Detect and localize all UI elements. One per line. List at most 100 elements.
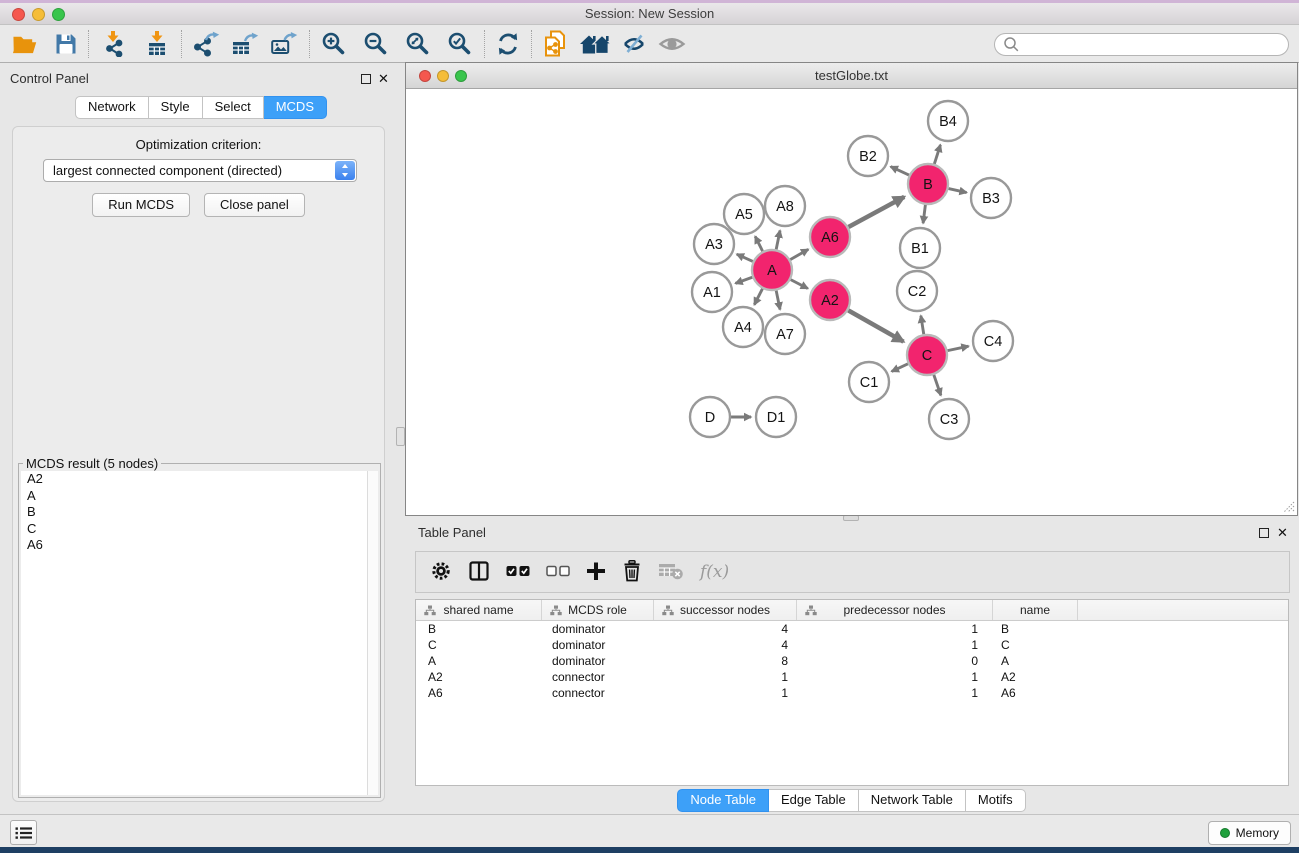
graph-edge-A-A7[interactable] — [776, 291, 780, 310]
open-session-icon[interactable] — [12, 30, 37, 58]
import-network-icon[interactable] — [100, 30, 126, 58]
zoom-selected-icon[interactable] — [447, 30, 473, 58]
graph-node-C2[interactable] — [897, 271, 937, 311]
show-hide-details-icon[interactable] — [658, 30, 686, 58]
graph-edge-A-A6[interactable] — [790, 249, 808, 259]
mcds-result-item[interactable]: B — [21, 504, 378, 521]
zoom-traffic-light[interactable] — [52, 8, 65, 21]
criterion-dropdown[interactable]: largest connected component (directed) — [43, 159, 357, 182]
tab-network[interactable]: Network — [75, 96, 149, 119]
graph-node-B2[interactable] — [848, 136, 888, 176]
export-image-icon[interactable] — [271, 30, 298, 58]
import-table-icon[interactable] — [144, 30, 170, 58]
column-header-shared-name[interactable]: shared name — [416, 600, 542, 620]
tab-select[interactable]: Select — [203, 96, 264, 119]
network-zoom-traffic-light[interactable] — [455, 70, 467, 82]
graph-node-A4[interactable] — [723, 307, 763, 347]
graph-node-A5[interactable] — [724, 194, 764, 234]
table-row[interactable]: B dominator 4 1 B — [416, 621, 1288, 637]
graph-edge-C-C1[interactable] — [892, 364, 908, 372]
graph-edge-C-C2[interactable] — [921, 316, 924, 335]
mcds-result-item[interactable]: A — [21, 488, 378, 505]
mcds-result-item[interactable]: A6 — [21, 537, 378, 554]
graph-node-B3[interactable] — [971, 178, 1011, 218]
network-canvas[interactable]: AA1A2A3A4A5A6A7A8BB1B2B3B4CC1C2C3C4DD1 — [406, 89, 1297, 515]
graphics-details-icon[interactable] — [622, 30, 648, 58]
graph-edge-C-C4[interactable] — [948, 346, 969, 350]
network-close-traffic-light[interactable] — [419, 70, 431, 82]
home-networks-icon[interactable] — [580, 30, 612, 58]
clone-network-icon[interactable] — [543, 30, 568, 58]
table-panel-float-icon[interactable] — [1259, 528, 1269, 538]
export-network-icon[interactable] — [193, 30, 220, 58]
graph-node-C[interactable] — [907, 335, 947, 375]
graph-node-A3[interactable] — [694, 224, 734, 264]
zoom-in-icon[interactable] — [321, 30, 347, 58]
graph-edge-B-B4[interactable] — [934, 145, 940, 164]
graph-node-A1[interactable] — [692, 272, 732, 312]
select-all-check-icon[interactable] — [506, 565, 530, 580]
mcds-result-item[interactable]: A2 — [21, 471, 378, 488]
graph-node-D[interactable] — [690, 397, 730, 437]
delete-column-icon[interactable] — [622, 560, 642, 585]
resize-grip-icon[interactable] — [1281, 499, 1295, 513]
graph-node-B1[interactable] — [900, 228, 940, 268]
column-header-mcds-role[interactable]: MCDS role — [542, 600, 654, 620]
network-window-titlebar[interactable]: testGlobe.txt — [406, 63, 1297, 89]
graph-node-C4[interactable] — [973, 321, 1013, 361]
tab-node-table[interactable]: Node Table — [677, 789, 769, 812]
graph-edge-B-B1[interactable] — [923, 205, 925, 223]
control-panel-float-icon[interactable] — [361, 74, 371, 84]
graph-edge-A-A8[interactable] — [776, 230, 780, 249]
graph-edge-C-C3[interactable] — [934, 375, 941, 395]
run-mcds-button[interactable]: Run MCDS — [92, 193, 190, 217]
column-header-successor-nodes[interactable]: successor nodes — [654, 600, 797, 620]
graph-node-B4[interactable] — [928, 101, 968, 141]
graph-edge-A2-C[interactable] — [848, 310, 903, 341]
graph-node-A7[interactable] — [765, 314, 805, 354]
graph-edge-A-A5[interactable] — [755, 236, 762, 251]
network-minimize-traffic-light[interactable] — [437, 70, 449, 82]
control-panel-close-icon[interactable]: ✕ — [378, 71, 389, 87]
add-column-icon[interactable] — [586, 561, 606, 584]
save-session-icon[interactable] — [55, 30, 77, 58]
graph-edge-B-B2[interactable] — [891, 167, 909, 176]
mcds-list-scrollbar[interactable] — [367, 471, 378, 795]
tab-network-table[interactable]: Network Table — [859, 789, 966, 812]
mcds-result-item[interactable]: C — [21, 521, 378, 538]
function-builder-icon[interactable]: f(x) — [700, 562, 729, 582]
table-options-icon[interactable] — [430, 560, 452, 585]
graph-edge-A-A4[interactable] — [754, 289, 762, 305]
table-row[interactable]: A2 connector 1 1 A2 — [416, 669, 1288, 685]
graph-edge-A-A3[interactable] — [737, 254, 753, 261]
search-box[interactable] — [994, 33, 1289, 56]
column-header-predecessor-nodes[interactable]: predecessor nodes — [797, 600, 993, 620]
tab-mcds[interactable]: MCDS — [264, 96, 327, 119]
table-row[interactable]: A6 connector 1 1 A6 — [416, 685, 1288, 701]
tab-motifs[interactable]: Motifs — [966, 789, 1026, 812]
delete-table-icon[interactable] — [658, 562, 684, 583]
minimize-traffic-light[interactable] — [32, 8, 45, 21]
table-row[interactable]: A dominator 8 0 A — [416, 653, 1288, 669]
graph-node-A6[interactable] — [810, 217, 850, 257]
zoom-out-icon[interactable] — [363, 30, 389, 58]
show-columns-icon[interactable] — [468, 560, 490, 585]
graph-edge-A-A1[interactable] — [735, 277, 752, 283]
graph-node-A[interactable] — [752, 250, 792, 290]
export-table-icon[interactable] — [232, 30, 259, 58]
graph-node-A8[interactable] — [765, 186, 805, 226]
status-menu-button[interactable] — [10, 820, 37, 845]
deselect-all-check-icon[interactable] — [546, 565, 570, 580]
tab-edge-table[interactable]: Edge Table — [769, 789, 859, 812]
column-header-name[interactable]: name — [993, 600, 1078, 620]
graph-node-D1[interactable] — [756, 397, 796, 437]
graph-node-C3[interactable] — [929, 399, 969, 439]
vertical-splitter-handle[interactable] — [396, 427, 405, 446]
close-traffic-light[interactable] — [12, 8, 25, 21]
zoom-fit-icon[interactable] — [405, 30, 431, 58]
tab-style[interactable]: Style — [149, 96, 203, 119]
close-panel-button[interactable]: Close panel — [204, 193, 305, 217]
network-graph[interactable]: AA1A2A3A4A5A6A7A8BB1B2B3B4CC1C2C3C4DD1 — [406, 89, 1297, 515]
search-input[interactable] — [1025, 35, 1288, 54]
graph-node-B[interactable] — [908, 164, 948, 204]
